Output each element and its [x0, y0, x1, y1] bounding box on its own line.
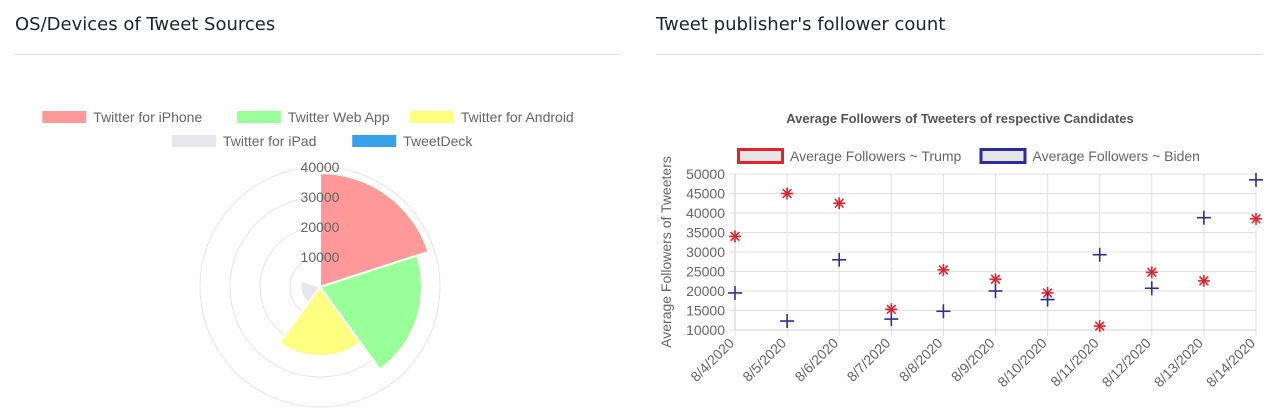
- biden-data-point: [1144, 281, 1159, 296]
- x-tick-label: 8/10/2020: [994, 335, 1050, 391]
- trump-data-point: [1197, 274, 1210, 287]
- x-tick-label: 8/4/2020: [687, 335, 737, 385]
- legend-swatch: [737, 148, 784, 164]
- biden-data-point: [1092, 247, 1107, 262]
- trump-data-point: [989, 273, 1002, 286]
- trump-data-point: [1250, 212, 1262, 225]
- biden-data-point: [832, 252, 847, 267]
- chart-title: Average Followers of Tweeters of respect…: [786, 111, 1134, 126]
- x-tick-label: 8/5/2020: [739, 335, 789, 385]
- trump-data-point: [781, 187, 794, 200]
- y-tick-label: 40000: [686, 205, 725, 221]
- biden-data-point: [728, 285, 742, 300]
- x-tick-label: 8/9/2020: [948, 335, 998, 385]
- y-tick-label: 45000: [686, 186, 725, 202]
- trump-data-point: [937, 263, 950, 276]
- biden-data-point: [936, 304, 951, 319]
- biden-data-point: [1249, 172, 1263, 187]
- y-tick-label: 50000: [686, 166, 725, 182]
- y-tick-label: 10000: [686, 322, 725, 338]
- x-tick-label: 8/8/2020: [896, 335, 946, 385]
- legend-swatch: [979, 148, 1027, 164]
- y-tick-label: 15000: [686, 303, 725, 319]
- x-tick-label: 8/12/2020: [1099, 335, 1155, 391]
- legend-label: Average Followers ~ Biden: [1033, 148, 1200, 164]
- y-tick-label: 25000: [686, 264, 725, 280]
- y-tick-label: 30000: [686, 244, 725, 260]
- x-tick-label: 8/11/2020: [1047, 335, 1102, 390]
- y-tick-label: 35000: [686, 225, 725, 241]
- x-tick-label: 8/7/2020: [844, 335, 894, 385]
- legend-label: Average Followers ~ Trump: [790, 148, 962, 164]
- trump-data-point: [1093, 320, 1106, 333]
- x-tick-label: 8/14/2020: [1203, 335, 1259, 391]
- biden-data-point: [780, 314, 795, 329]
- trump-data-point: [833, 197, 846, 210]
- biden-data-point: [1040, 292, 1055, 307]
- x-tick-label: 8/6/2020: [791, 335, 841, 385]
- scatter-chart: Average Followers of Tweeters of respect…: [658, 111, 1263, 391]
- y-axis-label: Average Followers of Tweeters: [658, 156, 674, 348]
- biden-data-point: [988, 284, 1003, 298]
- trump-data-point: [729, 230, 741, 243]
- y-tick-label: 20000: [686, 283, 725, 299]
- biden-data-point: [884, 312, 899, 327]
- x-tick-label: 8/13/2020: [1151, 335, 1207, 391]
- trump-data-point: [1145, 266, 1158, 279]
